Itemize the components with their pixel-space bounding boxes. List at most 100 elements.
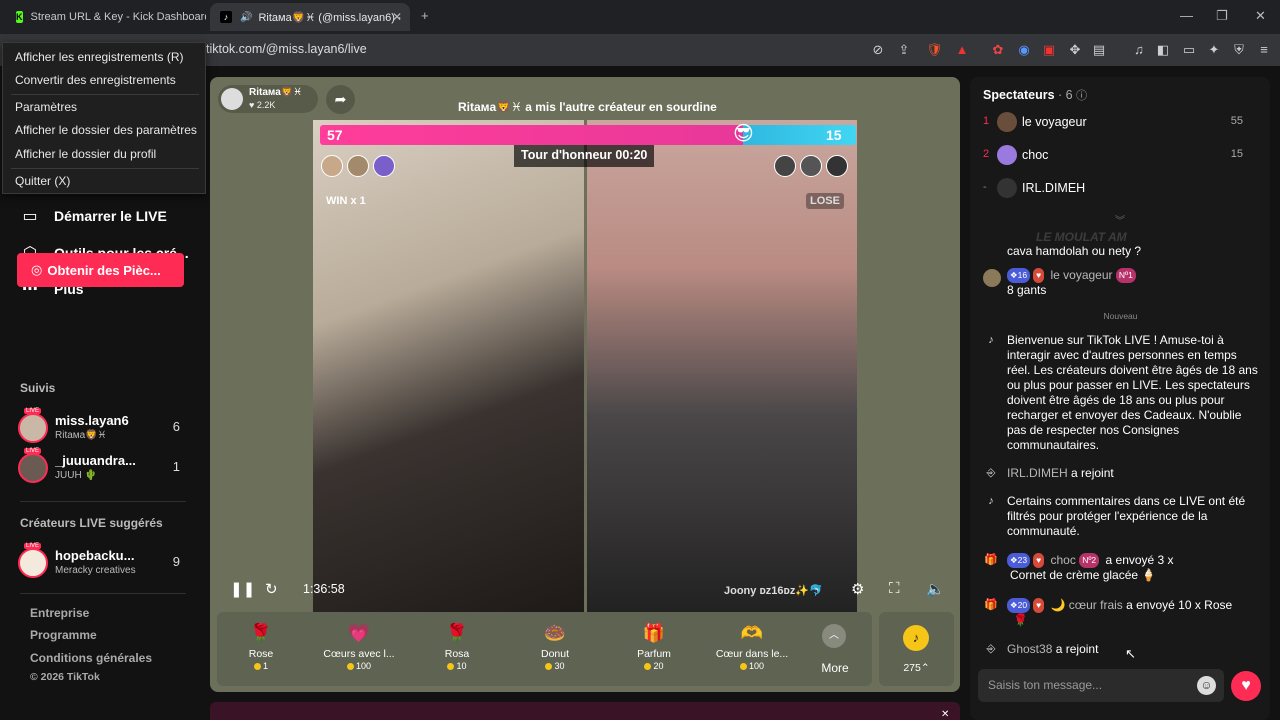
- gift-item[interactable]: 🎁 Parfum 20: [614, 620, 694, 671]
- leo-ai-icon[interactable]: ✦: [1206, 42, 1222, 58]
- share-icon[interactable]: ⇪: [896, 42, 912, 58]
- pause-icon[interactable]: ❚❚: [230, 580, 255, 598]
- chat-username[interactable]: le voyageur: [1050, 268, 1112, 282]
- level-badge: ❖23: [1007, 553, 1031, 569]
- rank-badge: Nº1: [1115, 268, 1136, 284]
- menu-icon[interactable]: ≡: [1256, 42, 1272, 58]
- close-icon[interactable]: ✕: [941, 709, 949, 720]
- new-tab-button[interactable]: +: [421, 8, 429, 23]
- minimize-icon[interactable]: —: [1180, 8, 1193, 23]
- like-heart-button[interactable]: ♥: [1231, 671, 1261, 701]
- refresh-icon[interactable]: ↻: [265, 580, 278, 598]
- chat-message-faded: LE MOULAT AM: [1036, 230, 1127, 244]
- extension-icon[interactable]: ✿: [990, 42, 1006, 58]
- gift-item[interactable]: 💗 Cœurs avec l... 100: [319, 620, 399, 671]
- settings-gear-icon[interactable]: ⚙: [851, 580, 864, 598]
- tiktok-icon: ♪: [988, 495, 994, 507]
- avatar: [373, 155, 395, 177]
- viewers-count: · 6: [1058, 88, 1073, 102]
- system-message: ♪ Certains commentaires dans ce LIVE ont…: [983, 494, 1258, 539]
- emoji-icon[interactable]: ☺: [1197, 676, 1216, 695]
- chat-username[interactable]: IRL.DIMEH: [1007, 466, 1068, 480]
- live-badge: LIVE: [24, 408, 42, 414]
- live-video[interactable]: [313, 120, 857, 612]
- round-timer: Tour d'honneur 00:20: [514, 145, 655, 167]
- avatar: [826, 155, 848, 177]
- gift-name: Donut: [540, 648, 570, 660]
- chevron-down-icon[interactable]: ︾: [1115, 212, 1125, 227]
- brave-shield-icon[interactable]: 🛡: [926, 42, 943, 58]
- gift-price: 30: [515, 661, 595, 671]
- sidebar-icon[interactable]: ◧: [1155, 42, 1171, 58]
- media-icon[interactable]: ♫: [1131, 42, 1147, 58]
- menu-item-show-recordings[interactable]: Afficher les enregistrements (R): [15, 50, 184, 64]
- suggested-title: Créateurs LIVE suggérés: [20, 516, 163, 530]
- menu-item-settings-folder[interactable]: Afficher le dossier des paramètres: [15, 123, 197, 137]
- gift-item[interactable]: 🌹 Rose 1: [221, 620, 301, 671]
- menu-item-settings[interactable]: Paramètres: [15, 100, 77, 114]
- info-icon[interactable]: ⓘ: [1076, 90, 1087, 102]
- following-title: Suivis: [20, 381, 56, 395]
- chat-username[interactable]: Ghost38: [1007, 642, 1052, 656]
- more-gifts-button[interactable]: More: [815, 661, 855, 675]
- rose-icon: 🌹: [1013, 613, 1028, 628]
- viewer-row[interactable]: 1 le voyageur 55: [983, 112, 1263, 134]
- footer-link[interactable]: Entreprise: [30, 606, 89, 620]
- avatar: [321, 155, 343, 177]
- url-field[interactable]: tiktok.com/@miss.layan6/live: [206, 42, 367, 56]
- footer-link[interactable]: Conditions générales: [30, 651, 152, 665]
- extension-icon[interactable]: ◉: [1016, 42, 1032, 58]
- menu-item-convert-recordings[interactable]: Convertir des enregistrements: [15, 73, 176, 87]
- perfume-icon: 🎁: [642, 623, 666, 643]
- lock-extension-icon[interactable]: ▣: [1041, 42, 1057, 58]
- viewer-rank: 2: [983, 148, 990, 160]
- chat-message: ❖16 ♥ le voyageur Nº1 8 gants: [983, 268, 1258, 298]
- get-coins-button[interactable]: ◎ Obtenir des Pièc...: [17, 253, 184, 287]
- coin-balance-box[interactable]: ♪ 275⌃: [879, 612, 954, 686]
- rewards-icon[interactable]: ▲: [954, 42, 970, 58]
- gift-message: 🎁 ❖23 ♥ choc Nº2 a envoyé 3 x Cornet de c…: [983, 553, 1258, 583]
- nav-start-live[interactable]: ▭ Démarrer le LIVE: [20, 206, 166, 226]
- system-message: ♪ Bienvenue sur TikTok LIVE ! Amuse-toi …: [983, 333, 1258, 453]
- no-track-icon[interactable]: ⊘: [870, 42, 886, 58]
- share-icon[interactable]: ➦: [326, 85, 355, 114]
- gift-item[interactable]: 🍩 Donut 30: [515, 620, 595, 671]
- suggested-item[interactable]: LIVE hopebacku... Meracky creatives 9: [18, 543, 188, 580]
- chat-input[interactable]: Saisis ton message...: [978, 669, 1224, 702]
- maximize-icon[interactable]: ❐: [1216, 8, 1228, 24]
- following-item[interactable]: LIVE miss.layan6 Ritaмa🦁♓ 6: [18, 408, 188, 445]
- wallet-icon[interactable]: ▭: [1181, 42, 1197, 58]
- vpn-icon[interactable]: ⛨: [1231, 42, 1247, 58]
- following-item[interactable]: LIVE _juuuandra... JUUH 🌵 1: [18, 448, 188, 485]
- score-right: 15: [826, 127, 842, 143]
- close-window-icon[interactable]: ✕: [1255, 8, 1266, 24]
- gift-name: Parfum: [637, 648, 671, 660]
- close-tab-icon[interactable]: ✕: [392, 10, 402, 24]
- moon-icon: 🌙: [1050, 598, 1066, 612]
- following-name: miss.layan6: [55, 413, 129, 428]
- get-coins-label: Obtenir des Pièc...: [47, 262, 161, 278]
- divider: [20, 593, 186, 594]
- menu-item-profile-folder[interactable]: Afficher le dossier du profil: [15, 147, 156, 161]
- fullscreen-icon[interactable]: ⛶: [889, 580, 900, 597]
- footer-link[interactable]: Programme: [30, 628, 97, 642]
- battle-progress-host: [320, 125, 743, 145]
- tab-tiktok-live[interactable]: ♪ 🔊 Ritaмa🦁♓ (@miss.layan6) · ✕: [210, 3, 410, 31]
- reader-icon[interactable]: ▤: [1091, 42, 1107, 58]
- tab-kick-dashboard[interactable]: K Stream URL & Key - Kick Dashboard: [6, 3, 206, 31]
- menu-item-quit[interactable]: Quitter (X): [15, 174, 70, 188]
- tab-title: Stream URL & Key - Kick Dashboard: [30, 11, 207, 23]
- chat-username[interactable]: cœur frais: [1069, 598, 1123, 612]
- gift-item[interactable]: 🌹 Rosa 10: [417, 620, 497, 671]
- viewer-row[interactable]: 2 choc 15: [983, 145, 1263, 167]
- host-chip[interactable]: Ritaмa🦁♓ ♥ 2.2K: [218, 85, 318, 113]
- viewer-name: IRL.DIMEH: [1022, 181, 1086, 195]
- volume-icon[interactable]: 🔈: [926, 580, 945, 598]
- gift-item[interactable]: 🫶 Cœur dans le... 100: [712, 620, 792, 671]
- viewer-row[interactable]: - IRL.DIMEH: [983, 178, 1263, 200]
- chevron-up-icon[interactable]: ︿: [822, 624, 846, 648]
- new-divider: Nouveau: [1103, 311, 1138, 321]
- chat-username[interactable]: choc: [1050, 553, 1075, 567]
- copyright: © 2026 TikTok: [30, 671, 100, 683]
- puzzle-icon[interactable]: ✥: [1067, 42, 1083, 58]
